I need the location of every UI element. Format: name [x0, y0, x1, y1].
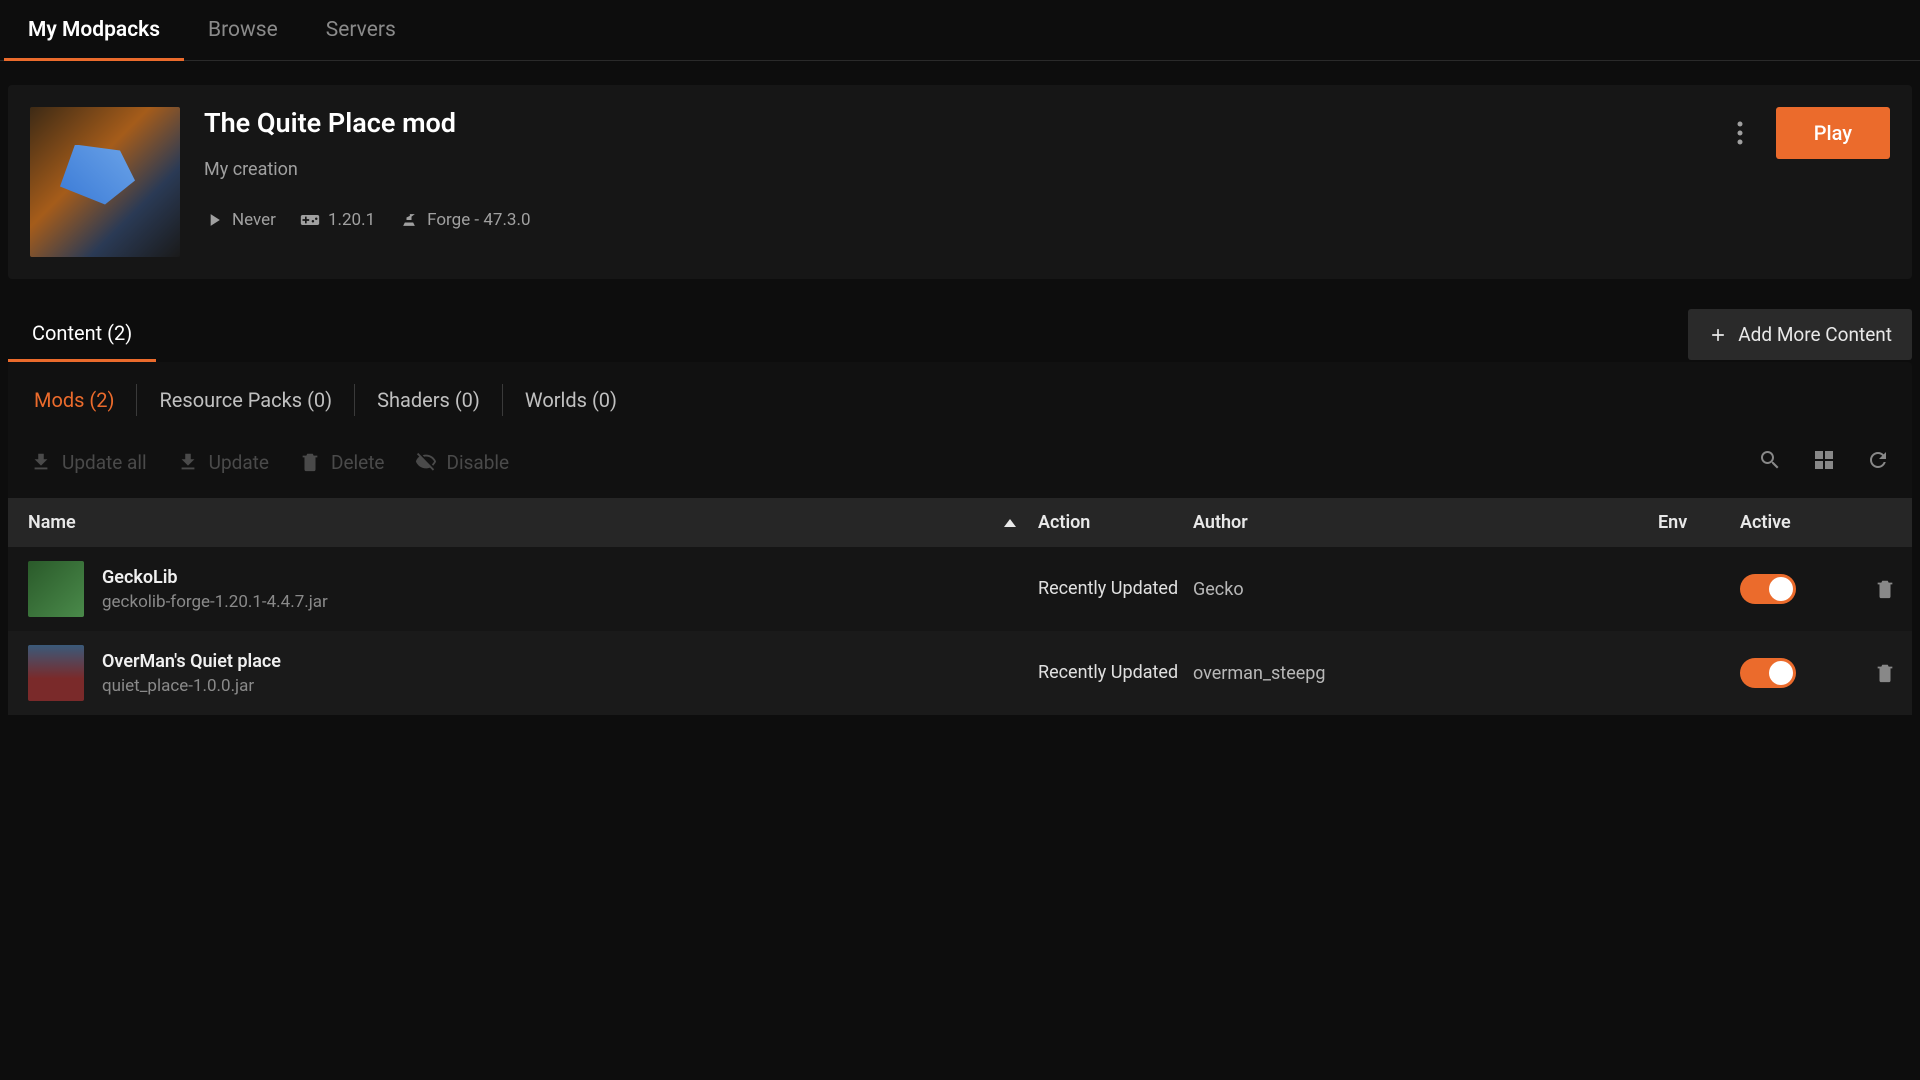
- table-row: OverMan's Quiet place quiet_place-1.0.0.…: [8, 631, 1912, 715]
- mod-name-cell[interactable]: OverMan's Quiet place quiet_place-1.0.0.…: [28, 645, 1038, 701]
- mod-active-cell: [1740, 658, 1860, 688]
- modpack-card: The Quite Place mod My creation Never 1.…: [8, 85, 1912, 279]
- modpack-subtitle: My creation: [204, 159, 1698, 180]
- grid-icon: [1812, 448, 1836, 472]
- content-panel: Mods (2) Resource Packs (0) Shaders (0) …: [8, 362, 1912, 715]
- update-all-button[interactable]: Update all: [30, 451, 147, 474]
- content-header: Content (2) Add More Content: [0, 307, 1920, 362]
- mod-active-cell: [1740, 574, 1860, 604]
- refresh-icon: [1866, 448, 1890, 472]
- vertical-dots-icon: [1737, 121, 1743, 145]
- mod-author-cell: Gecko: [1193, 579, 1658, 600]
- version-text: 1.20.1: [328, 210, 375, 230]
- mod-action-cell: Recently Updated: [1038, 661, 1193, 685]
- play-icon: [204, 210, 224, 230]
- last-played-text: Never: [232, 210, 276, 230]
- download-icon: [177, 451, 199, 473]
- view-actions: [1758, 448, 1890, 476]
- subtab-resource-packs[interactable]: Resource Packs (0): [137, 384, 355, 416]
- top-nav: My Modpacks Browse Servers: [0, 0, 1920, 61]
- mod-name: GeckoLib: [102, 567, 328, 588]
- active-toggle[interactable]: [1740, 574, 1796, 604]
- table-row: GeckoLib geckolib-forge-1.20.1-4.4.7.jar…: [8, 547, 1912, 631]
- search-icon: [1758, 448, 1782, 472]
- table-header: Name Action Author Env Active: [8, 498, 1912, 547]
- meta-last-played: Never: [204, 210, 276, 230]
- add-content-button[interactable]: Add More Content: [1688, 309, 1912, 360]
- mod-action-cell: Recently Updated: [1038, 577, 1193, 601]
- row-delete-button[interactable]: [1860, 578, 1910, 600]
- col-header-env[interactable]: Env: [1658, 512, 1740, 533]
- meta-version: 1.20.1: [300, 210, 375, 230]
- more-options-button[interactable]: [1722, 115, 1758, 151]
- subtab-worlds[interactable]: Worlds (0): [503, 384, 639, 416]
- row-delete-button[interactable]: [1860, 662, 1910, 684]
- subtab-shaders[interactable]: Shaders (0): [355, 384, 503, 416]
- mod-author-cell: overman_steepg: [1193, 663, 1658, 684]
- trash-icon: [1874, 578, 1896, 600]
- sort-ascending-icon: [1004, 519, 1016, 527]
- modpack-title: The Quite Place mod: [204, 107, 1698, 139]
- search-button[interactable]: [1758, 448, 1782, 476]
- bulk-actions: Update all Update Delete Disable: [30, 451, 509, 474]
- anvil-icon: [399, 210, 419, 230]
- modpack-thumbnail: [30, 107, 180, 257]
- col-header-author[interactable]: Author: [1193, 512, 1658, 533]
- col-header-name[interactable]: Name: [28, 512, 1038, 533]
- actions-row: Update all Update Delete Disable: [8, 434, 1912, 498]
- nav-browse[interactable]: Browse: [184, 0, 302, 60]
- play-button[interactable]: Play: [1776, 107, 1890, 159]
- card-actions: Play: [1722, 107, 1890, 159]
- nav-servers[interactable]: Servers: [302, 0, 420, 60]
- grid-view-button[interactable]: [1812, 448, 1836, 476]
- table-body: GeckoLib geckolib-forge-1.20.1-4.4.7.jar…: [8, 547, 1912, 715]
- mod-thumbnail: [28, 561, 84, 617]
- trash-icon: [1874, 662, 1896, 684]
- nav-my-modpacks[interactable]: My Modpacks: [4, 0, 184, 60]
- modpack-meta: Never 1.20.1 Forge - 47.3.0: [204, 210, 1698, 230]
- col-header-active[interactable]: Active: [1740, 512, 1860, 533]
- mod-name-cell[interactable]: GeckoLib geckolib-forge-1.20.1-4.4.7.jar: [28, 561, 1038, 617]
- mod-thumbnail: [28, 645, 84, 701]
- eye-off-icon: [415, 451, 437, 473]
- meta-loader: Forge - 47.3.0: [399, 210, 530, 230]
- update-button[interactable]: Update: [177, 451, 269, 474]
- content-tab[interactable]: Content (2): [8, 307, 156, 362]
- controller-icon: [300, 210, 320, 230]
- content-subtabs: Mods (2) Resource Packs (0) Shaders (0) …: [8, 366, 1912, 434]
- download-all-icon: [30, 451, 52, 473]
- plus-icon: [1708, 325, 1728, 345]
- delete-button[interactable]: Delete: [299, 451, 385, 474]
- disable-button[interactable]: Disable: [415, 451, 510, 474]
- loader-text: Forge - 47.3.0: [427, 210, 530, 230]
- mod-filename: quiet_place-1.0.0.jar: [102, 676, 281, 696]
- trash-icon: [299, 451, 321, 473]
- refresh-button[interactable]: [1866, 448, 1890, 476]
- col-header-delete: [1860, 512, 1910, 533]
- mod-name: OverMan's Quiet place: [102, 651, 281, 672]
- subtab-mods[interactable]: Mods (2): [30, 384, 137, 416]
- mod-filename: geckolib-forge-1.20.1-4.4.7.jar: [102, 592, 328, 612]
- col-header-action[interactable]: Action: [1038, 512, 1193, 533]
- modpack-info: The Quite Place mod My creation Never 1.…: [204, 107, 1698, 230]
- active-toggle[interactable]: [1740, 658, 1796, 688]
- add-content-label: Add More Content: [1738, 323, 1892, 346]
